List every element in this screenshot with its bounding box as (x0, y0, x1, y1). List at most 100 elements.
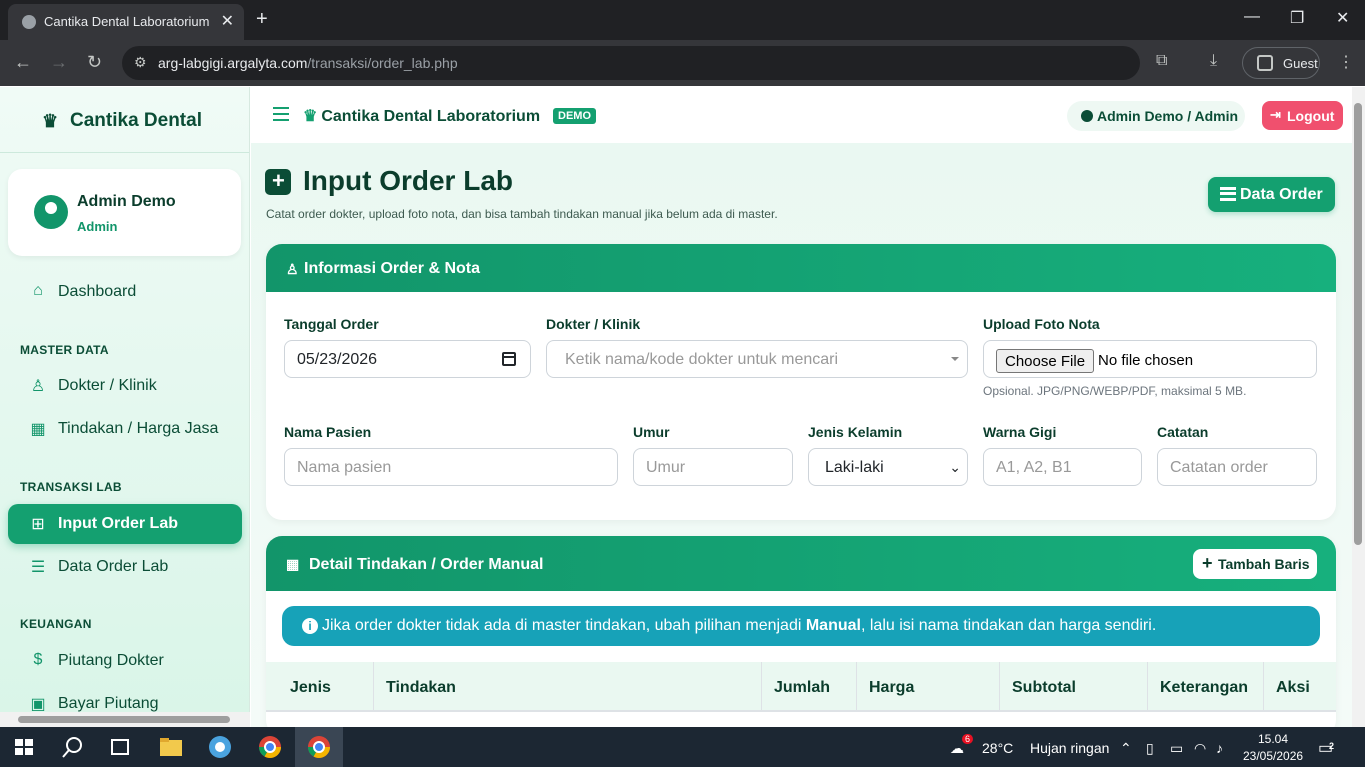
column-jumlah: Jumlah (761, 662, 856, 712)
new-tab-icon[interactable]: + (256, 8, 268, 31)
detail-table-header: Jenis Tindakan Jumlah Harga Subtotal Ket… (266, 662, 1336, 712)
chrome-active-icon[interactable] (295, 727, 343, 767)
order-info-card: ♙ Informasi Order & Nota Tanggal Order 0… (266, 244, 1336, 520)
chevron-down-icon (951, 357, 959, 365)
search-icon[interactable] (48, 727, 96, 767)
sidebar-item-input-order[interactable]: ⊞ Input Order Lab (8, 504, 242, 544)
sidebar-item-data-order[interactable]: ☰ Data Order Lab (8, 547, 242, 587)
chevron-down-icon: ⌄ (949, 459, 961, 475)
table-icon: ▦ (30, 421, 46, 438)
task-view-icon[interactable] (96, 727, 144, 767)
umur-input[interactable]: Umur (633, 448, 793, 486)
tanggal-order-input[interactable]: 05/23/2026 (284, 340, 531, 378)
menu-icon[interactable]: ⋮ (1338, 52, 1354, 72)
money-icon: ▣ (30, 696, 46, 713)
battery-icon[interactable]: ▭ (1170, 740, 1183, 757)
column-keterangan: Keterangan (1147, 662, 1263, 712)
tanggal-label: Tanggal Order (284, 316, 379, 332)
upload-foto-input[interactable]: Choose File No file chosen (983, 340, 1317, 378)
chevron-up-icon[interactable]: ⌃ (1120, 740, 1132, 757)
choose-file-button[interactable]: Choose File (996, 349, 1094, 373)
list-icon (1220, 187, 1236, 201)
weather-icon[interactable]: ☁ (950, 740, 964, 757)
table-icon: ▦ (286, 556, 300, 572)
jenis-kelamin-label: Jenis Kelamin (808, 424, 903, 440)
section-transaksi-lab: TRANSAKSI LAB (20, 480, 122, 494)
dokter-select[interactable]: Ketik nama/kode dokter untuk mencari (546, 340, 968, 378)
column-subtotal: Subtotal (999, 662, 1147, 712)
main-content: ♛ Cantika Dental Laboratorium DEMO Admin … (251, 87, 1352, 727)
pasien-label: Nama Pasien (284, 424, 372, 440)
sidebar-item-piutang[interactable]: $ Piutang Dokter (8, 641, 242, 681)
sidebar-item-tindakan[interactable]: ▦ Tindakan / Harga Jasa (8, 409, 242, 449)
sidebar-item-dokter[interactable]: ♙ Dokter / Klinik (8, 366, 242, 406)
upload-help: Opsional. JPG/PNG/WEBP/PDF, maksimal 5 M… (983, 384, 1247, 398)
network-app-icon[interactable] (196, 727, 244, 767)
user-pill[interactable]: Admin Demo / Admin (1067, 101, 1245, 131)
minimize-icon[interactable]: — (1244, 8, 1260, 26)
profile-icon (1257, 55, 1273, 71)
notification-count: 2 (1329, 741, 1335, 751)
tab-title: Cantika Dental Laboratorium (44, 14, 210, 29)
data-order-button[interactable]: Data Order (1208, 177, 1335, 212)
volume-icon[interactable]: ♪ (1216, 740, 1223, 756)
calendar-icon[interactable] (502, 352, 516, 366)
home-icon: ⌂ (33, 282, 43, 299)
weather-desc[interactable]: Hujan ringan (1030, 740, 1109, 756)
tooth-icon: ♛ (42, 111, 59, 131)
column-harga: Harga (856, 662, 999, 712)
wifi-icon[interactable]: ◠ (1194, 740, 1206, 757)
column-tindakan: Tindakan (373, 662, 761, 712)
clock-date[interactable]: 23/05/2026 (1243, 749, 1303, 763)
cast-icon[interactable]: ⧉ (1156, 52, 1167, 70)
scrollbar-thumb[interactable] (18, 716, 230, 723)
user-card: Admin Demo Admin (8, 169, 241, 256)
nama-pasien-input[interactable]: Nama pasien (284, 448, 618, 486)
warna-gigi-input[interactable]: A1, A2, B1 (983, 448, 1142, 486)
column-jenis: Jenis (290, 679, 331, 696)
doctor-icon: ♙ (30, 378, 46, 395)
chrome-icon[interactable] (246, 727, 294, 767)
address-bar[interactable]: ⚙ arg-labgigi.argalyta.com/transaksi/ord… (122, 46, 1140, 80)
reload-icon[interactable]: ↻ (87, 52, 102, 73)
profile-button[interactable]: Guest (1242, 47, 1320, 79)
forward-icon[interactable]: → (50, 52, 68, 73)
sidebar-horizontal-scrollbar[interactable] (0, 712, 250, 727)
back-icon[interactable]: ← (14, 52, 32, 73)
info-icon: i (302, 618, 318, 634)
section-master-data: MASTER DATA (20, 343, 109, 357)
file-status: No file chosen (1098, 352, 1194, 369)
restore-icon[interactable]: ❐ (1290, 8, 1304, 28)
sidebar: ♛ Cantika Dental Admin Demo Admin ⌂ Dash… (0, 87, 250, 727)
tooth-icon: ♛ (303, 108, 318, 125)
clock-time[interactable]: 15.04 (1258, 732, 1288, 746)
catatan-input[interactable]: Catatan order (1157, 448, 1317, 486)
site-info-icon[interactable]: ⚙ (134, 54, 147, 71)
download-icon[interactable]: ⤓ (1210, 52, 1217, 70)
hamburger-menu-icon[interactable] (273, 107, 289, 121)
globe-icon (22, 15, 36, 29)
invoice-dollar-icon: $ (33, 651, 43, 668)
catatan-label: Catatan (1157, 424, 1209, 440)
browser-toolbar: ← → ↻ ⚙ arg-labgigi.argalyta.com/transak… (0, 40, 1365, 86)
windows-start-icon[interactable] (0, 727, 48, 767)
tambah-baris-button[interactable]: + Tambah Baris (1193, 549, 1317, 579)
jenis-kelamin-select[interactable]: Laki-laki ⌄ (808, 448, 968, 486)
page-vertical-scrollbar[interactable] (1352, 87, 1365, 727)
add-order-icon: ⊞ (31, 516, 45, 533)
sidebar-item-dashboard[interactable]: ⌂ Dashboard (8, 272, 242, 312)
upload-label: Upload Foto Nota (983, 316, 1100, 332)
close-tab-icon[interactable]: ✕ (221, 11, 234, 31)
device-icon[interactable]: ▯ (1146, 740, 1154, 757)
browser-tab[interactable]: Cantika Dental Laboratorium ✕ (8, 4, 244, 40)
order-info-header: ♙ Informasi Order & Nota (266, 244, 1336, 292)
scrollbar-thumb[interactable] (1354, 103, 1362, 545)
browser-tab-strip: Cantika Dental Laboratorium ✕ + — ❐ ✕ (0, 0, 1365, 40)
dokter-label: Dokter / Klinik (546, 316, 641, 332)
logout-button[interactable]: ⇥ Logout (1262, 101, 1343, 130)
window-close-icon[interactable]: ✕ (1336, 8, 1349, 28)
add-order-icon (265, 168, 291, 195)
weather-temp[interactable]: 28°C (982, 740, 1013, 756)
sidebar-brand[interactable]: ♛ Cantika Dental (0, 87, 249, 153)
file-explorer-icon[interactable] (147, 727, 195, 767)
